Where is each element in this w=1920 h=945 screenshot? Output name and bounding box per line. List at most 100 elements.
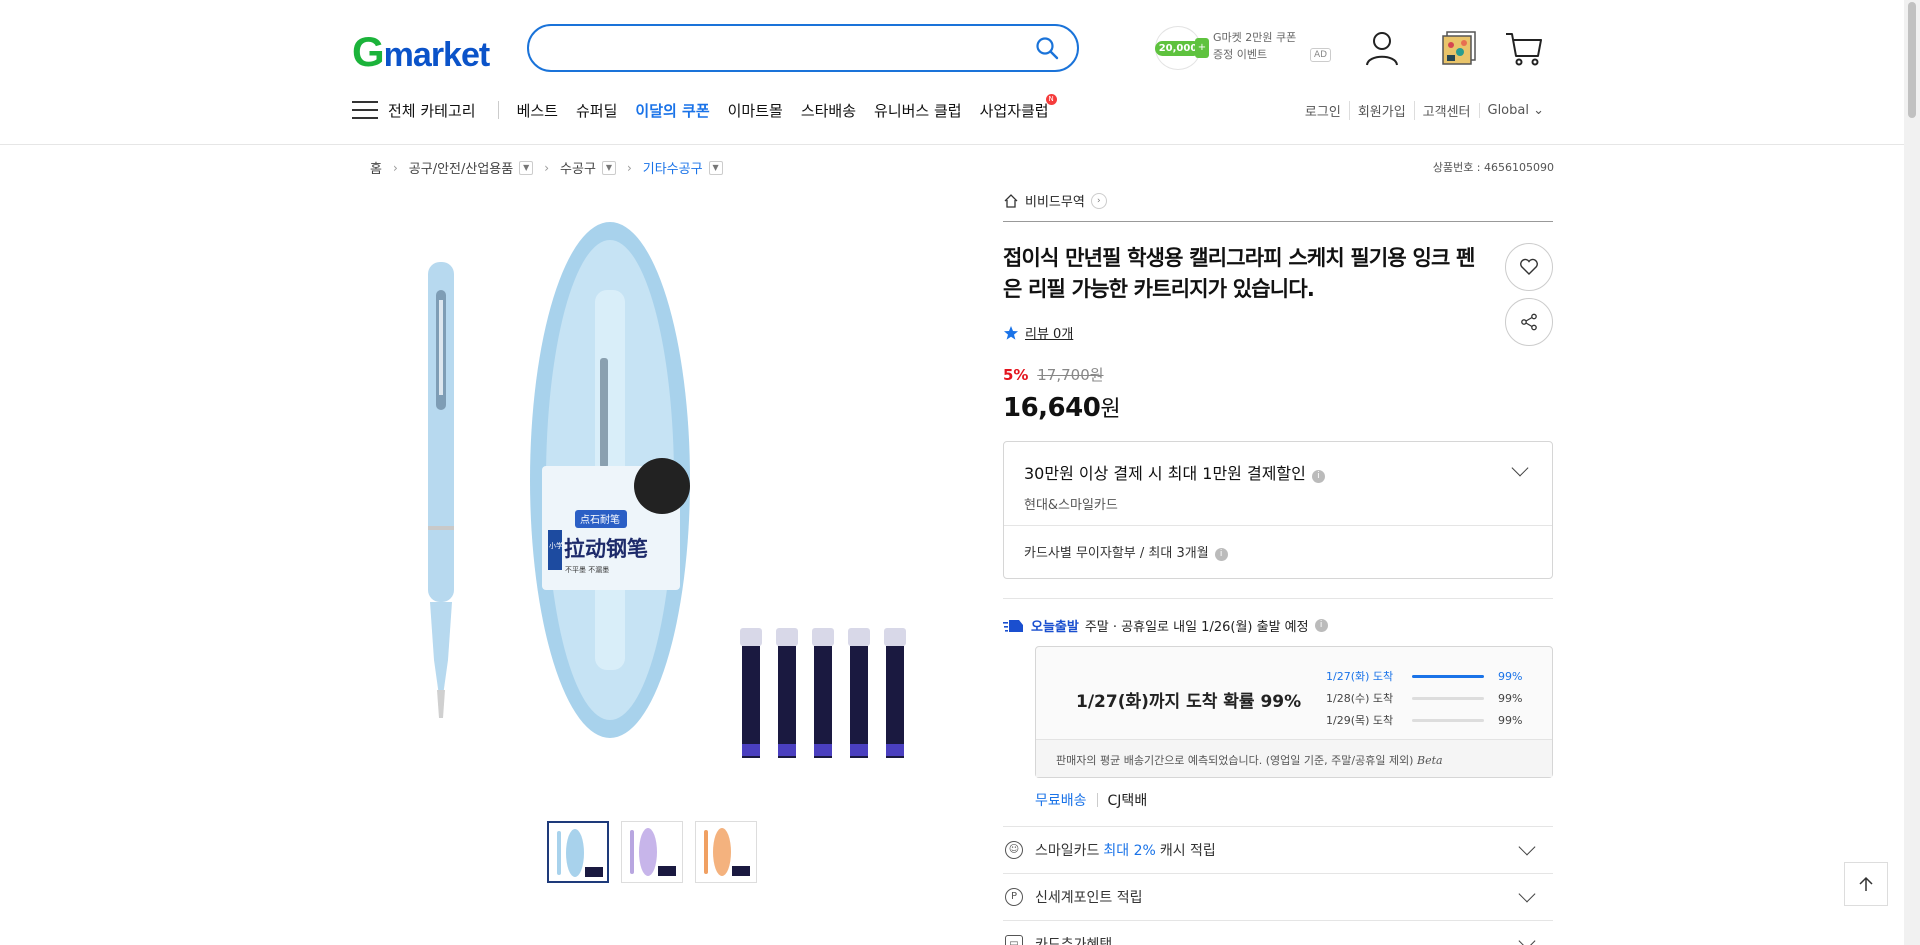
original-price: 17,700원 — [1037, 366, 1104, 384]
arrival-probability-bar — [1412, 696, 1484, 700]
utility-links: 로그인 회원가입 고객센터 Global ⌄ — [1297, 101, 1552, 120]
share-icon — [1521, 313, 1537, 331]
pen-illustration — [428, 262, 454, 718]
login-link[interactable]: 로그인 — [1297, 101, 1349, 120]
review-link[interactable]: 리뷰 0개 — [1003, 323, 1553, 342]
arrow-up-icon — [1859, 876, 1873, 891]
review-count: 리뷰 0개 — [1025, 327, 1074, 342]
all-categories-label: 전체 카테고리 — [388, 101, 476, 120]
gmarket-logo[interactable]: Gmarket — [352, 28, 490, 76]
info-icon[interactable]: i — [1214, 548, 1228, 561]
chevron-down-icon[interactable]: ▼ — [601, 160, 616, 175]
page-scrollbar[interactable] — [1904, 0, 1920, 945]
point-icon: P — [1005, 888, 1023, 906]
cart-icon[interactable] — [1504, 28, 1544, 68]
logo-g: G — [352, 28, 385, 75]
smile-icon: ☺ — [1005, 841, 1023, 859]
arrival-date: 1/29(목) 도착 — [1326, 714, 1394, 727]
installment-info: 카드사별 무이자할부 / 최대 3개월 i — [1004, 526, 1552, 578]
product-title: 접이식 만년필 학생용 캘리그라피 스케치 필기용 잉크 펜은 리필 가능한 카… — [1003, 246, 1475, 301]
chevron-down-icon — [1518, 885, 1536, 903]
nav-item-superdeal[interactable]: 슈퍼딜 — [576, 100, 617, 121]
global-dropdown[interactable]: Global ⌄ — [1478, 103, 1553, 118]
arrival-row: 1/27(화) 도착 99% — [1326, 665, 1522, 687]
breadcrumb-home[interactable]: 홈 — [370, 158, 382, 177]
search-box — [527, 24, 1079, 72]
shipping-schedule: 주말 · 공휴일로 내일 1/26(월) 출발 예정 — [1084, 620, 1309, 635]
info-icon[interactable]: i — [1314, 619, 1328, 632]
nav-item-monthly-coupon[interactable]: 이달의 쿠폰 — [635, 100, 709, 121]
chevron-right-icon: › — [392, 160, 398, 175]
arrival-note: 판매자의 평균 배송기간으로 예측되었습니다. (영업일 기준, 주말/공휴일 … — [1036, 739, 1552, 777]
hamburger-icon — [352, 101, 378, 119]
new-badge: N — [1045, 93, 1057, 105]
signup-link[interactable]: 회원가입 — [1348, 101, 1414, 120]
arrival-percent: 99% — [1498, 691, 1523, 705]
nav-item-best[interactable]: 베스트 — [517, 100, 558, 121]
product-number: 상품번호 : 4656105090 — [1432, 161, 1554, 174]
coupon-event-banner[interactable]: 20,000 + G마켓 2만원 쿠폰 증정 이벤트 AD — [1154, 26, 1335, 70]
price-discount-row: 5% 17,700원 — [1003, 364, 1553, 385]
smilecard-rate: 최대 2% — [1103, 843, 1156, 859]
coupon-plus: + — [1195, 38, 1209, 58]
customer-center-link[interactable]: 고객센터 — [1413, 101, 1479, 120]
main-nav: 전체 카테고리 베스트 슈퍼딜 이달의 쿠폰 이마트몰 스타배송 유니버스 클럽… — [352, 93, 1067, 122]
chevron-right-icon: › — [544, 160, 550, 175]
chevron-down-icon — [1518, 932, 1536, 945]
seller-link[interactable]: 비비드무역 › — [1003, 188, 1553, 222]
breadcrumb: 홈 › 공구/안전/산업용품 ▼ › 수공구 ▼ › 기타수공구 ▼ — [370, 158, 723, 177]
package-tag-text: 点石耐笔 — [580, 513, 620, 526]
chevron-right-icon: › — [626, 160, 632, 175]
heart-icon — [1520, 258, 1538, 275]
product-info-panel: 비비드무역 › 접이식 만년필 학생용 캘리그라피 스케치 필기용 잉크 펜은 … — [1003, 188, 1553, 945]
package-label-text: 拉动钢笔 — [564, 537, 648, 561]
star-icon — [1004, 325, 1018, 340]
scroll-top-button[interactable] — [1844, 862, 1888, 906]
shinsegae-point-row[interactable]: P 신세계포인트 적립 — [1003, 873, 1553, 920]
search-input[interactable] — [551, 28, 1031, 68]
chevron-down-icon[interactable]: ▼ — [519, 160, 534, 175]
breadcrumb-category-3[interactable]: 기타수공구 — [643, 158, 703, 177]
ad-badge: AD — [1310, 48, 1332, 62]
smilecard-label: 스마일카드 — [1035, 843, 1100, 859]
today-shipping-label: 오늘출발 — [1031, 620, 1079, 635]
arrival-probability-bar — [1412, 718, 1484, 722]
arrival-date: 1/27(화) 도착 — [1326, 670, 1394, 683]
nav-item-emart[interactable]: 이마트몰 — [728, 100, 783, 121]
search-icon[interactable] — [1035, 36, 1059, 60]
arrival-row: 1/29(목) 도착 99% — [1326, 709, 1522, 731]
my-page-icon[interactable] — [1362, 28, 1402, 68]
smilecard-benefit-row[interactable]: ☺ 스마일카드 최대 2% 캐시 적립 — [1003, 826, 1553, 873]
card-discount-toggle[interactable]: 30만원 이상 결제 시 최대 1만원 결제할인 i 현대&스마일카드 — [1004, 442, 1552, 526]
thumbnail-orange[interactable] — [695, 821, 757, 883]
delivery-info: 오늘출발 주말 · 공휴일로 내일 1/26(월) 출발 예정 i — [1003, 616, 1553, 635]
card-extra-benefit-row[interactable]: ▭ 카드추가혜택 — [1003, 920, 1553, 945]
arrival-rows: 1/27(화) 도착 99% 1/28(수) 도착 99% 1/29(목) 도착 99% — [1326, 665, 1522, 731]
site-header: Gmarket 20,000 + G마켓 2만원 쿠폰 증정 이벤트 AD 전체 … — [0, 0, 1904, 145]
arrival-percent: 99% — [1498, 713, 1523, 727]
chevron-down-icon[interactable]: ▼ — [708, 160, 723, 175]
nav-item-universe-club[interactable]: 유니버스 클럽 — [874, 100, 962, 121]
nav-item-business-club[interactable]: 사업자클럽 N — [980, 93, 1057, 121]
thumbnail-blue[interactable] — [547, 821, 609, 883]
home-icon — [1004, 193, 1018, 208]
arrival-headline: 1/27(화)까지 도착 확률 99% — [1076, 692, 1302, 712]
info-icon[interactable]: i — [1311, 470, 1325, 483]
free-shipping-label: 무료배송 — [1035, 793, 1087, 809]
scrollbar-thumb[interactable] — [1908, 2, 1916, 118]
sale-price: 16,640원 — [1003, 391, 1553, 423]
thumbnail-purple[interactable] — [621, 821, 683, 883]
arrival-probability-bar — [1412, 674, 1484, 678]
shinsegae-point-label: 신세계포인트 적립 — [1035, 890, 1143, 906]
fast-delivery-icon — [1003, 619, 1023, 632]
all-categories-button[interactable]: 전체 카테고리 — [352, 100, 476, 121]
nav-item-star-delivery[interactable]: 스타배송 — [801, 100, 856, 121]
package-sub-text: 不平墨 不漏墨 — [565, 565, 609, 574]
recent-view-icon[interactable] — [1438, 28, 1478, 68]
wishlist-button[interactable] — [1505, 243, 1553, 291]
breadcrumb-category-1[interactable]: 공구/안전/산업용품 — [409, 158, 513, 177]
breadcrumb-category-2[interactable]: 수공구 — [560, 158, 596, 177]
chevron-down-icon — [1518, 838, 1536, 856]
main-product-image[interactable]: 点石耐笔 小学生 拉动钢笔 不平墨 不漏墨 — [400, 210, 940, 770]
share-button[interactable] — [1505, 298, 1553, 346]
